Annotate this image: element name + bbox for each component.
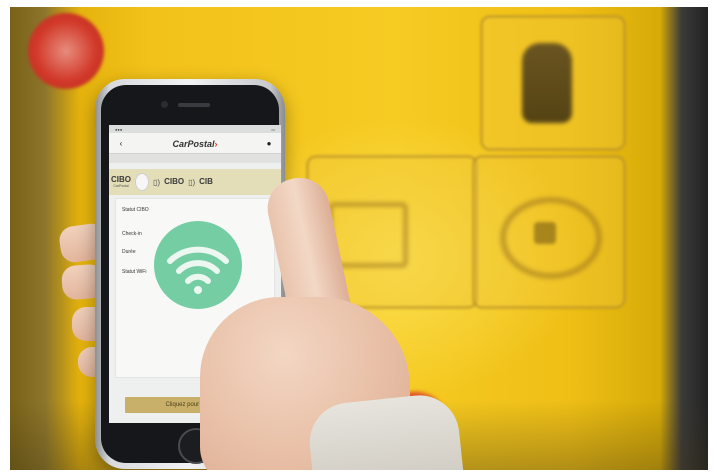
cibo-step-title: CIBO	[164, 177, 185, 186]
wifi-icon	[167, 246, 229, 294]
brand-chevron-icon: ›	[214, 139, 218, 149]
user-icon[interactable]: ●	[263, 139, 275, 148]
person-pictogram	[522, 43, 572, 123]
brand-logo: CarPostal›	[172, 134, 217, 152]
duration-label: Durée	[122, 249, 136, 255]
cibo-step: CIB	[199, 178, 213, 186]
cibo-step-title: CIB	[199, 177, 213, 186]
wifi-status-label: Statut WiFi	[122, 269, 147, 275]
front-camera	[161, 101, 168, 108]
nfc-pictogram-center	[534, 222, 556, 244]
status-cibo-label: Statut CIBO	[122, 207, 149, 213]
checkin-label: Check-in	[122, 231, 142, 237]
step-indicator	[135, 173, 149, 191]
status-battery: ▭	[271, 126, 275, 132]
red-button-blurred	[28, 13, 104, 89]
cibo-step: CIBO	[164, 178, 184, 186]
subheader	[109, 154, 281, 163]
phone-nfc-icon: ▯)	[188, 177, 196, 187]
earpiece-speaker	[178, 103, 210, 107]
cibo-step: CIBO CarPostal	[111, 175, 131, 189]
app-header: ‹ CarPostal› ●	[109, 133, 281, 154]
back-arrow-icon[interactable]: ‹	[115, 139, 127, 148]
cibo-step-subtitle: CarPostal	[113, 184, 129, 188]
status-bar: ●●● ▭	[109, 125, 281, 133]
cibo-steps: CIBO CarPostal ▯) CIBO ▯) CIB	[109, 169, 281, 195]
brand-name: CarPostal	[172, 139, 215, 149]
status-carrier: ●●●	[115, 126, 123, 132]
wifi-status-circle	[154, 221, 242, 309]
photo-scene: ●●● ▭ ‹ CarPostal› ● CIBO CarPostal ▯) C…	[10, 7, 708, 470]
phone-nfc-icon: ▯)	[153, 177, 161, 187]
cibo-step-title: CIBO	[111, 175, 131, 184]
